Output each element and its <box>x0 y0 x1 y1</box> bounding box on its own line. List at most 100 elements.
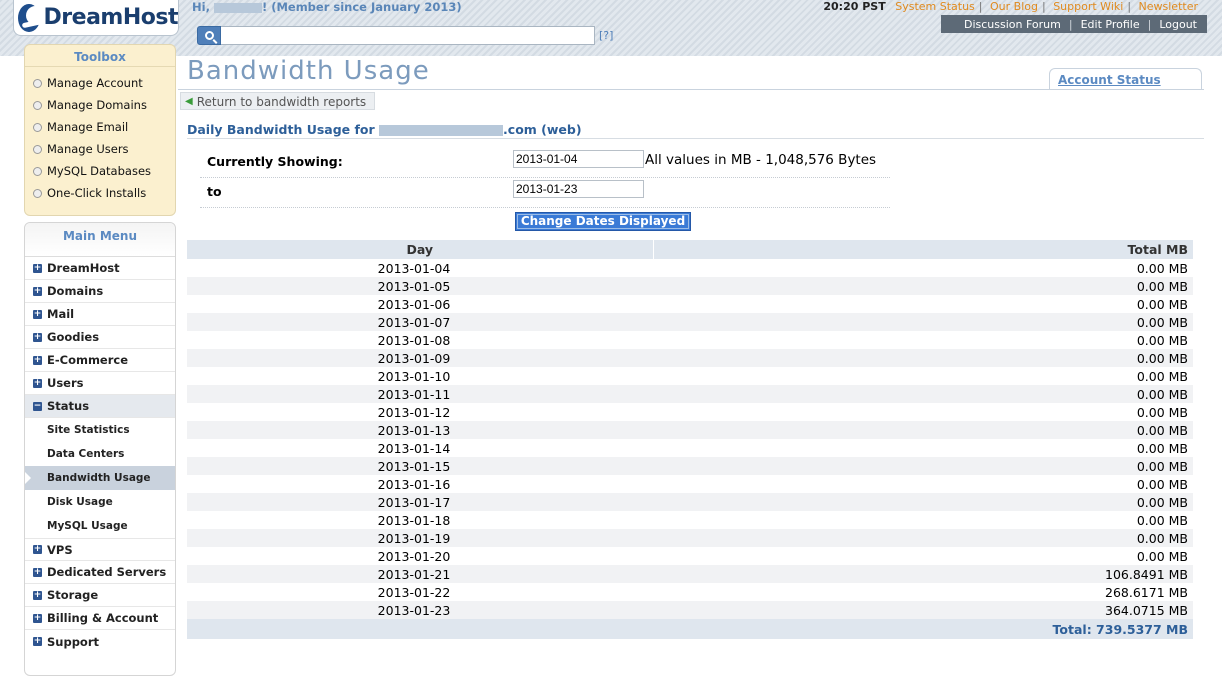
row-day: 2013-01-16 <box>377 476 451 492</box>
row-day: 2013-01-19 <box>187 529 653 547</box>
menu-item-vps[interactable]: + VPS <box>25 538 175 561</box>
return-to-reports-button[interactable]: ◀ Return to bandwidth reports <box>180 92 376 110</box>
dreamhost-logo[interactable]: DreamHost <box>13 0 179 36</box>
link-logout[interactable]: Logout <box>1159 18 1197 31</box>
bullet-icon <box>33 188 42 198</box>
table-row: 2013-01-09 0.00 MB <box>187 349 1193 367</box>
submenu-mysql-usage[interactable]: MySQL Usage <box>25 514 175 538</box>
toolbox-item-manage-email[interactable]: Manage Email <box>25 116 175 138</box>
row-day: 2013-01-23 <box>187 601 653 619</box>
submenu-data-centers[interactable]: Data Centers <box>25 442 175 466</box>
menu-item-domains[interactable]: + Domains <box>25 280 175 303</box>
row-total: 268.6171 MB <box>1105 584 1188 600</box>
link-discussion-forum[interactable]: Discussion Forum <box>964 18 1061 31</box>
toolbox-item-label: Manage Users <box>47 142 129 156</box>
menu-item-ecommerce[interactable]: + E-Commerce <box>25 349 175 372</box>
date-range-form: Currently Showing: All values in MB - 1,… <box>200 148 890 231</box>
table-row: 2013-01-20 0.00 MB <box>187 547 1193 565</box>
row-day: 2013-01-08 <box>377 332 451 348</box>
submenu-site-statistics[interactable]: Site Statistics <box>25 418 175 442</box>
expand-icon: + <box>33 262 42 273</box>
row-day: 2013-01-12 <box>377 404 451 420</box>
row-day: 2013-01-11 <box>187 385 653 403</box>
search-input[interactable] <box>221 26 595 45</box>
link-support-wiki[interactable]: Support Wiki <box>1053 0 1123 13</box>
row-day: 2013-01-10 <box>377 368 451 384</box>
row-day: 2013-01-06 <box>377 296 451 312</box>
toolbox-item-label: Manage Account <box>47 76 143 90</box>
search-help-link[interactable]: [?] <box>599 29 613 42</box>
start-date-input[interactable] <box>513 150 644 168</box>
link-newsletter[interactable]: Newsletter <box>1139 0 1198 13</box>
table-total-row: Total: 739.5377 MB <box>187 619 1193 639</box>
account-status-tab[interactable]: Account Status <box>1049 68 1202 90</box>
link-our-blog[interactable]: Our Blog <box>990 0 1038 13</box>
row-day: 2013-01-09 <box>187 349 653 367</box>
greeting-suffix: ! (Member since January 2013) <box>261 0 462 14</box>
row-day: 2013-01-13 <box>187 421 653 439</box>
row-total: 0.00 MB <box>1136 440 1188 456</box>
row-total: 0.00 MB <box>1136 548 1188 564</box>
expand-icon: + <box>33 285 42 296</box>
menu-item-dreamhost[interactable]: + DreamHost <box>25 257 175 280</box>
column-header-total: Total MB <box>653 240 1193 259</box>
link-system-status[interactable]: System Status <box>895 0 975 13</box>
table-row: 2013-01-23 364.0715 MB <box>187 601 1193 619</box>
toolbox-item-manage-account[interactable]: Manage Account <box>25 72 175 94</box>
link-edit-profile[interactable]: Edit Profile <box>1081 18 1140 31</box>
row-total: 0.00 MB <box>653 493 1193 511</box>
expand-icon: + <box>33 589 42 600</box>
collapse-icon: − <box>33 400 42 411</box>
start-date-row: Currently Showing: All values in MB - 1,… <box>200 148 890 178</box>
expand-icon: + <box>33 354 42 365</box>
toolbox-item-label: One-Click Installs <box>47 186 147 200</box>
expand-icon: + <box>33 566 42 577</box>
row-total: 0.00 MB <box>1136 332 1188 348</box>
bullet-icon <box>33 78 42 88</box>
menu-item-mail[interactable]: + Mail <box>25 303 175 326</box>
menu-item-status[interactable]: − Status <box>25 395 175 418</box>
table-row: 2013-01-08 0.00 MB <box>187 331 1193 349</box>
table-row: 2013-01-14 0.00 MB <box>187 439 1193 457</box>
search-bar: [?] <box>197 26 613 45</box>
change-dates-button[interactable]: Change Dates Displayed <box>515 212 691 231</box>
submenu-disk-usage[interactable]: Disk Usage <box>25 490 175 514</box>
table-row: 2013-01-19 0.00 MB <box>187 529 1193 547</box>
row-total: 0.00 MB <box>653 277 1193 295</box>
menu-item-billing-account[interactable]: + Billing & Account <box>25 607 175 630</box>
row-day: 2013-01-07 <box>187 313 653 331</box>
return-label: Return to bandwidth reports <box>196 94 367 109</box>
toolbox-item-manage-users[interactable]: Manage Users <box>25 138 175 160</box>
bullet-icon <box>33 144 42 154</box>
menu-item-goodies[interactable]: + Goodies <box>25 326 175 349</box>
row-total: 0.00 MB <box>1136 368 1188 384</box>
table-row: 2013-01-05 0.00 MB <box>187 277 1193 295</box>
row-total: 364.0715 MB <box>653 601 1193 619</box>
toolbox-item-mysql-databases[interactable]: MySQL Databases <box>25 160 175 182</box>
submenu-bandwidth-usage[interactable]: Bandwidth Usage <box>25 466 175 490</box>
end-date-input[interactable] <box>513 180 644 198</box>
search-button[interactable] <box>197 26 221 45</box>
table-row: 2013-01-04 0.00 MB <box>187 259 1193 277</box>
menu-item-dedicated-servers[interactable]: + Dedicated Servers <box>25 561 175 584</box>
row-total: 0.00 MB <box>653 313 1193 331</box>
row-total: 0.00 MB <box>1136 296 1188 312</box>
arrow-left-icon: ◀ <box>185 96 193 107</box>
menu-item-users[interactable]: + Users <box>25 372 175 395</box>
row-total: 0.00 MB <box>653 457 1193 475</box>
total-value: Total: 739.5377 MB <box>187 619 1193 639</box>
toolbox-item-label: Manage Email <box>47 120 129 134</box>
account-status-link[interactable]: Account Status <box>1058 73 1161 87</box>
menu-item-support[interactable]: + Support <box>25 630 175 653</box>
toolbox-item-one-click-installs[interactable]: One-Click Installs <box>25 182 175 204</box>
toolbox-item-manage-domains[interactable]: Manage Domains <box>25 94 175 116</box>
account-nav: Discussion Forum | Edit Profile | Logout <box>941 15 1207 33</box>
column-header-day: Day <box>187 240 654 259</box>
expand-icon: + <box>33 308 42 319</box>
row-total: 0.00 MB <box>653 349 1193 367</box>
bullet-icon <box>33 122 42 132</box>
expand-icon: + <box>33 636 42 646</box>
menu-item-storage[interactable]: + Storage <box>25 584 175 607</box>
row-day: 2013-01-17 <box>187 493 653 511</box>
row-total: 0.00 MB <box>1136 404 1188 420</box>
